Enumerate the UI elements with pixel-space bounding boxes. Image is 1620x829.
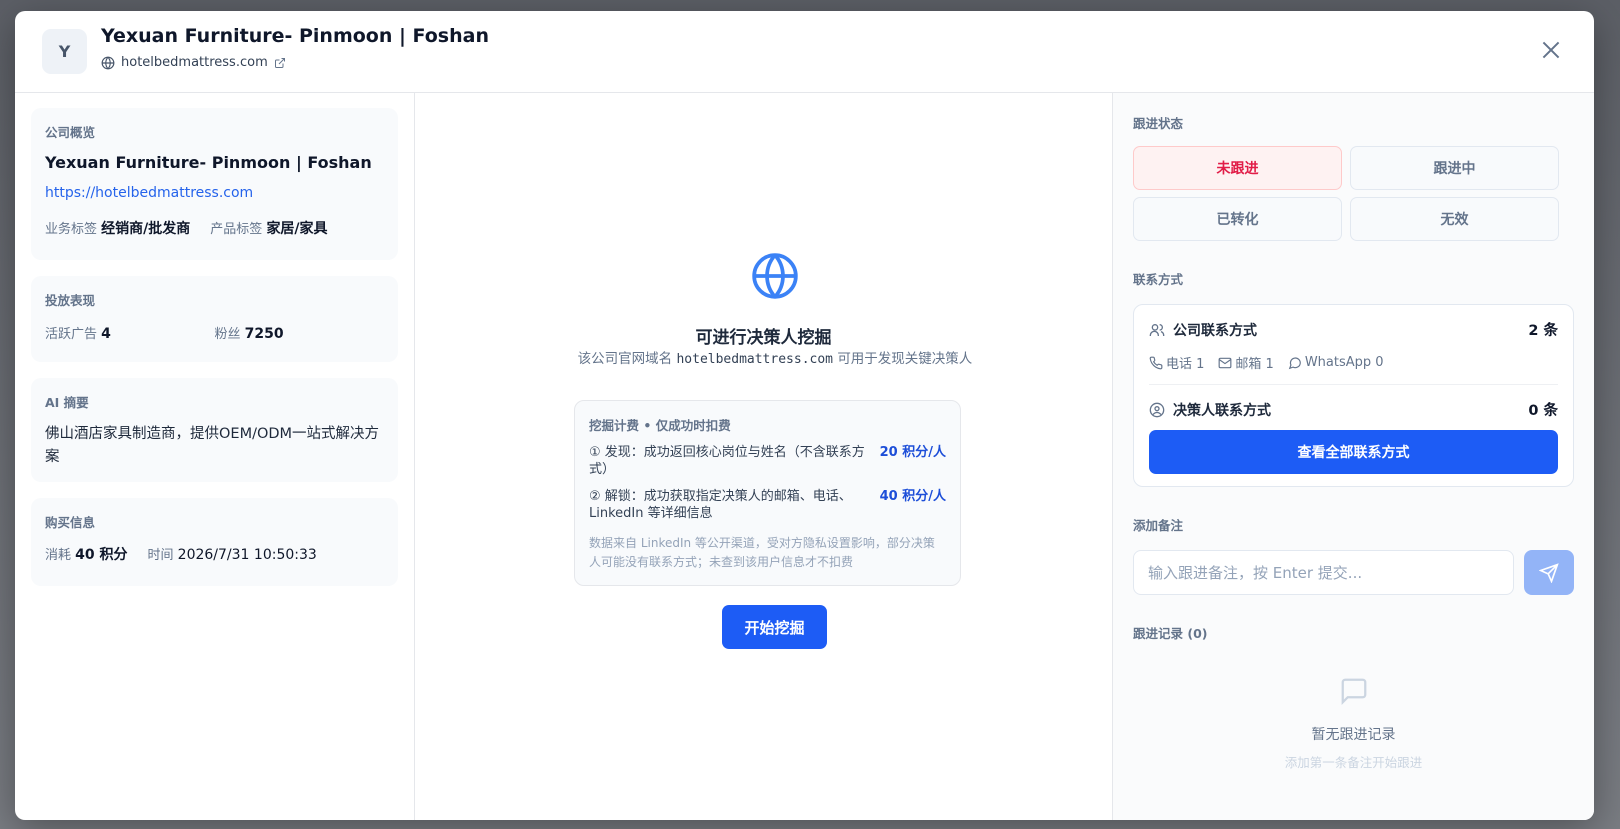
note-input[interactable] bbox=[1133, 550, 1514, 595]
desc-prefix: 该公司官网域名 bbox=[577, 351, 673, 367]
fans-key: 粉丝 bbox=[214, 327, 241, 342]
performance-label: 投放表现 bbox=[45, 293, 96, 308]
decision-contacts-count: 0 条 bbox=[1528, 403, 1558, 419]
add-note-label: 添加备注 bbox=[1133, 518, 1184, 533]
overview-website-link[interactable]: https://hotelbedmattress.com bbox=[45, 185, 253, 201]
modal-body: 公司概览 Yexuan Furniture- Pinmoon | Foshan … bbox=[15, 93, 1594, 820]
close-icon[interactable] bbox=[1538, 37, 1564, 63]
ai-summary-text: 佛山酒店家具制造商，提供OEM/ODM一站式解决方案 bbox=[45, 426, 380, 465]
left-panel: 公司概览 Yexuan Furniture- Pinmoon | Foshan … bbox=[15, 93, 415, 820]
follow-status-options: 未跟进 跟进中 已转化 无效 bbox=[1133, 146, 1574, 241]
time-key: 时间 bbox=[147, 548, 174, 563]
fee-item-text: ① 发现：成功返回核心岗位与姓名（不含联系方式） bbox=[589, 445, 865, 477]
phone-count: 电话 1 bbox=[1149, 353, 1204, 372]
mining-title: 可进行决策人挖掘 bbox=[695, 328, 832, 348]
modal-header: Y Yexuan Furniture- Pinmoon | Foshan hot… bbox=[15, 11, 1594, 93]
chat-bubble-icon bbox=[1288, 356, 1301, 369]
phone-icon bbox=[1149, 356, 1163, 369]
note-input-row bbox=[1133, 550, 1574, 595]
contacts-label: 联系方式 bbox=[1133, 272, 1184, 287]
status-option-following[interactable]: 跟进中 bbox=[1350, 146, 1559, 190]
empty-title: 暂无跟进记录 bbox=[1311, 727, 1396, 743]
message-square-icon bbox=[1341, 678, 1366, 705]
view-all-contacts-button[interactable]: 查看全部联系方式 bbox=[1149, 430, 1558, 474]
fee-item-price: 20 积分/人 bbox=[879, 445, 946, 460]
user-circle-icon bbox=[1149, 402, 1165, 417]
company-contacts-label: 公司联系方式 bbox=[1173, 322, 1257, 339]
active-ads-value: 4 bbox=[101, 326, 111, 342]
product-tag-key: 产品标签 bbox=[210, 222, 263, 237]
globe-icon bbox=[752, 253, 798, 299]
phone-count-text: 电话 1 bbox=[1166, 357, 1205, 372]
cost-key: 消耗 bbox=[45, 548, 72, 563]
fee-note: 数据来自 LinkedIn 等公开渠道，受对方隐私设置影响，部分决策人可能没有联… bbox=[589, 536, 935, 569]
status-option-converted[interactable]: 已转化 bbox=[1133, 197, 1342, 241]
business-tag-value: 经销商/批发商 bbox=[101, 221, 191, 237]
email-count-text: 邮箱 1 bbox=[1235, 357, 1274, 372]
fee-title: 挖掘计费 • 仅成功时扣费 bbox=[589, 418, 731, 433]
ai-summary-card: AI 摘要 佛山酒店家具制造商，提供OEM/ODM一站式解决方案 bbox=[31, 378, 398, 482]
whatsapp-count-text: WhatsApp 0 bbox=[1304, 355, 1384, 370]
purchase-label: 购买信息 bbox=[45, 515, 96, 530]
business-tag-key: 业务标签 bbox=[45, 222, 98, 237]
fee-item: ① 发现：成功返回核心岗位与姓名（不含联系方式） 20 积分/人 bbox=[589, 444, 946, 478]
right-panel: 跟进状态 未跟进 跟进中 已转化 无效 联系方式 公司联系方式 2 条 电话 1… bbox=[1113, 93, 1594, 820]
overview-tags: 业务标签 经销商/批发商 产品标签 家居/家具 bbox=[45, 218, 384, 238]
overview-company-name: Yexuan Furniture- Pinmoon | Foshan bbox=[45, 153, 372, 172]
company-detail-modal: Y Yexuan Furniture- Pinmoon | Foshan hot… bbox=[15, 11, 1594, 820]
overview-label: 公司概览 bbox=[45, 125, 96, 140]
fee-item-text: ② 解锁：成功获取指定决策人的邮箱、电话、LinkedIn 等详细信息 bbox=[589, 489, 852, 521]
desc-domain: hotelbedmattress.com bbox=[676, 352, 834, 367]
active-ads-key: 活跃广告 bbox=[45, 327, 98, 342]
performance-card: 投放表现 活跃广告 4 粉丝 7250 bbox=[31, 276, 398, 362]
decision-contacts-row: 决策人联系方式 0 条 bbox=[1149, 399, 1558, 420]
cost-value: 40 积分 bbox=[75, 547, 128, 563]
mining-panel: 可进行决策人挖掘 该公司官网域名 hotelbedmattress.com 可用… bbox=[415, 93, 1113, 820]
desc-suffix: 可用于发现关键决策人 bbox=[837, 351, 973, 367]
mining-description: 该公司官网域名 hotelbedmattress.com 可用于发现关键决策人 bbox=[570, 349, 980, 370]
start-mining-button[interactable]: 开始挖掘 bbox=[722, 605, 827, 649]
records-label: 跟进记录 (0) bbox=[1133, 626, 1208, 641]
contacts-card: 公司联系方式 2 条 电话 1 邮箱 1 WhatsApp 0 决策人联系方式 … bbox=[1133, 304, 1574, 487]
company-avatar: Y bbox=[42, 29, 87, 74]
company-contacts-row: 公司联系方式 2 条 bbox=[1149, 319, 1558, 340]
contact-breakdown: 电话 1 邮箱 1 WhatsApp 0 bbox=[1149, 353, 1558, 385]
ai-summary-label: AI 摘要 bbox=[45, 395, 89, 410]
send-icon bbox=[1539, 562, 1559, 583]
domain-text: hotelbedmattress.com bbox=[121, 55, 268, 70]
external-link-icon bbox=[274, 57, 285, 68]
fans-value: 7250 bbox=[244, 326, 284, 342]
purchase-card: 购买信息 消耗 40 积分 时间 2026/7/31 10:50:33 bbox=[31, 498, 398, 586]
company-contacts-count: 2 条 bbox=[1528, 323, 1558, 339]
send-note-button[interactable] bbox=[1524, 550, 1574, 595]
fee-item: ② 解锁：成功获取指定决策人的邮箱、电话、LinkedIn 等详细信息 40 积… bbox=[589, 488, 946, 522]
fee-item-price: 40 积分/人 bbox=[879, 489, 946, 504]
fee-info-box: 挖掘计费 • 仅成功时扣费 ① 发现：成功返回核心岗位与姓名（不含联系方式） 2… bbox=[574, 400, 961, 586]
time-value: 2026/7/31 10:50:33 bbox=[177, 547, 317, 563]
users-icon bbox=[1149, 323, 1165, 336]
decision-contacts-label: 决策人联系方式 bbox=[1173, 402, 1271, 419]
records-empty-state: 暂无跟进记录 添加第一条备注开始跟进 bbox=[1133, 676, 1574, 771]
whatsapp-count: WhatsApp 0 bbox=[1288, 353, 1384, 372]
company-domain-link[interactable]: hotelbedmattress.com bbox=[101, 55, 286, 70]
company-title: Yexuan Furniture- Pinmoon | Foshan bbox=[101, 25, 489, 47]
status-option-invalid[interactable]: 无效 bbox=[1350, 197, 1559, 241]
product-tag-value: 家居/家具 bbox=[266, 221, 328, 237]
status-option-not-followed[interactable]: 未跟进 bbox=[1133, 146, 1342, 190]
follow-status-label: 跟进状态 bbox=[1133, 116, 1184, 131]
email-count: 邮箱 1 bbox=[1218, 353, 1274, 372]
empty-subtitle: 添加第一条备注开始跟进 bbox=[1284, 755, 1423, 770]
mail-icon bbox=[1218, 357, 1232, 368]
globe-icon bbox=[101, 56, 115, 69]
overview-card: 公司概览 Yexuan Furniture- Pinmoon | Foshan … bbox=[31, 108, 398, 260]
